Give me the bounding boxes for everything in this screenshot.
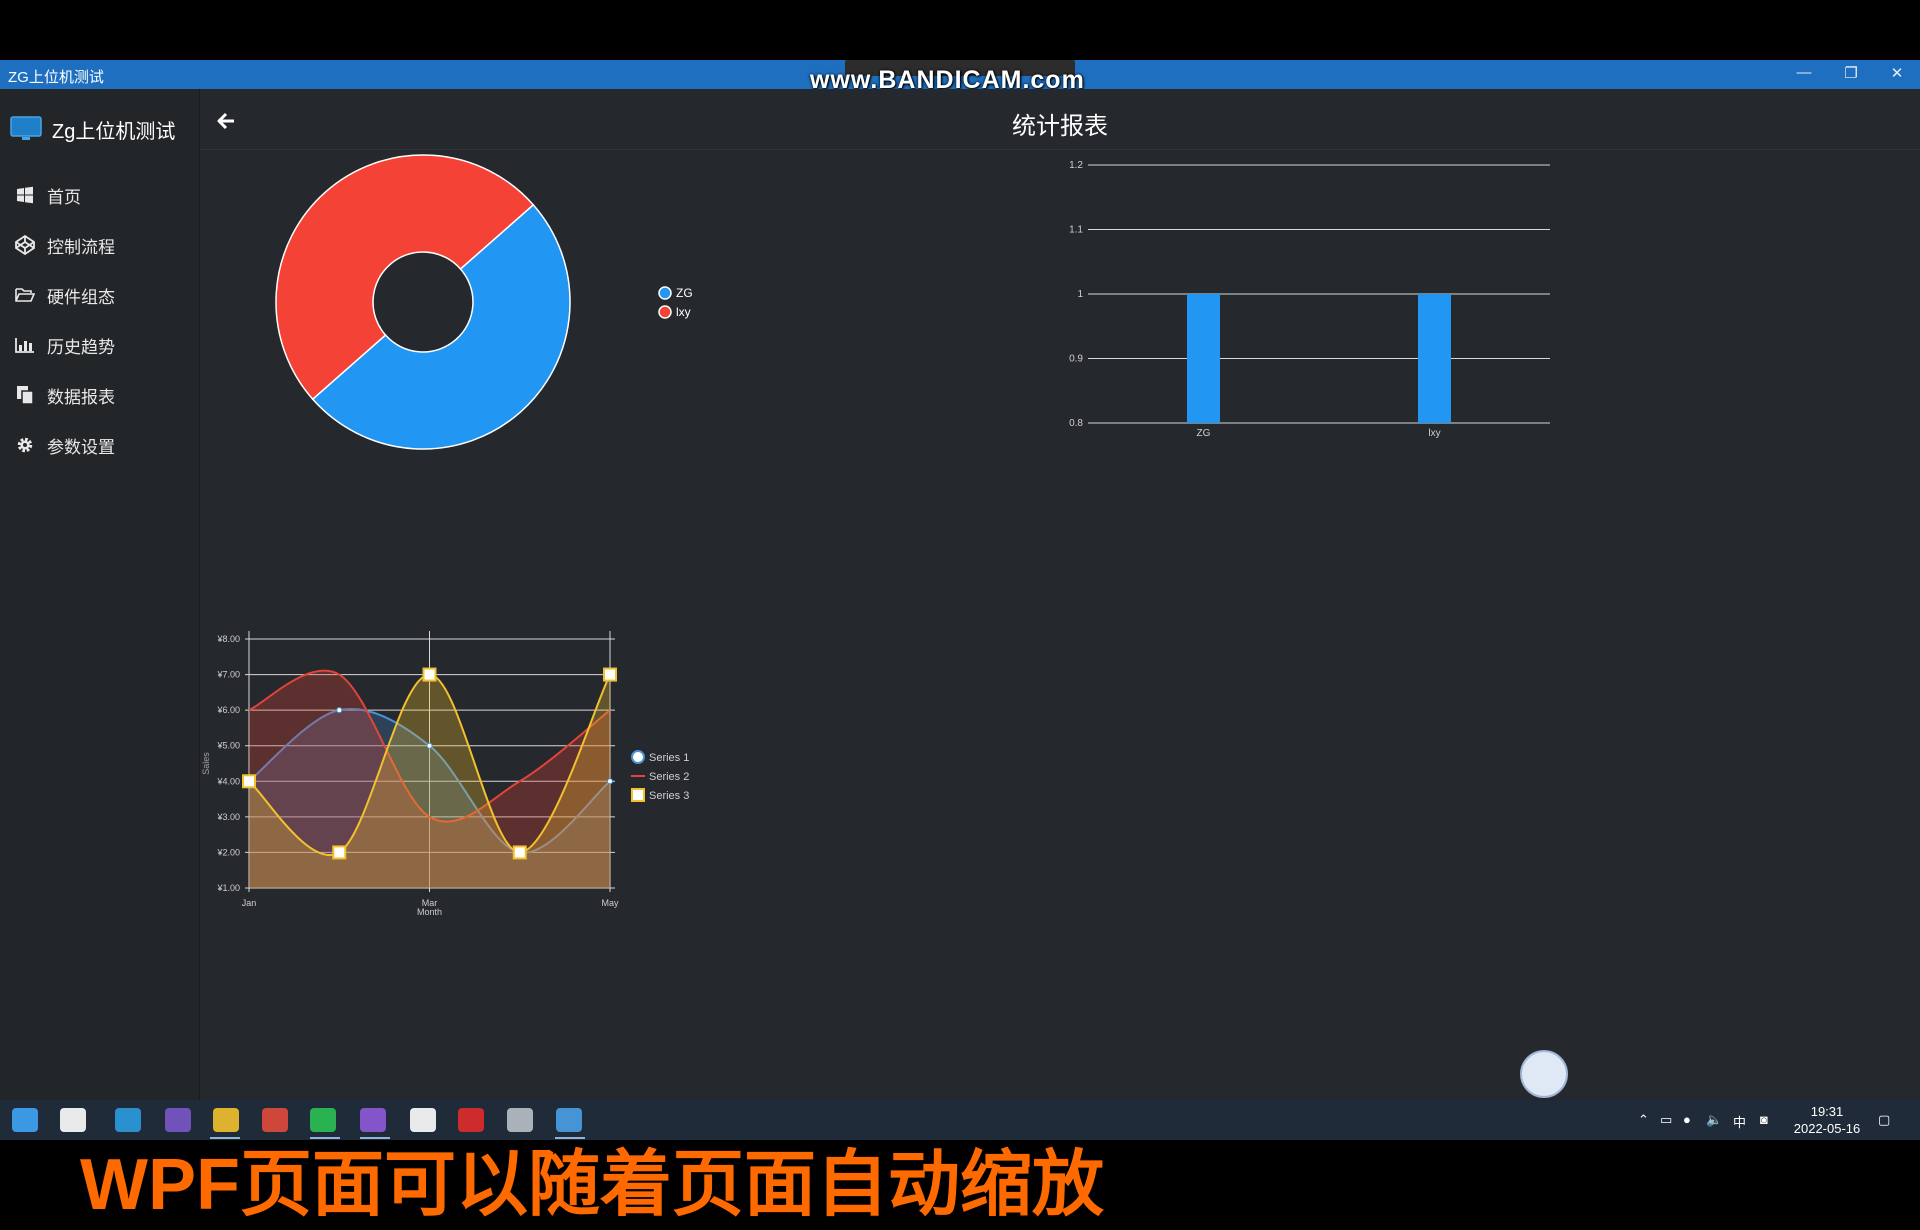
y-tick-label: 1.2 <box>1069 160 1083 171</box>
data-point <box>607 778 613 785</box>
y-tick-label: ¥5.00 <box>216 741 240 751</box>
donut-chart: ZG lxy <box>275 154 693 450</box>
bar-chart-icon <box>13 337 37 353</box>
data-point <box>336 707 343 714</box>
mascot-avatar[interactable] <box>1520 1050 1568 1098</box>
legend-marker <box>631 750 645 764</box>
taskbar: ⌃ ▭ ● 🔈 中 ◙ 19:31 2022-05-16 ▢ <box>0 1100 1920 1140</box>
folder-open-icon <box>13 287 37 303</box>
legend-label-zg: ZG <box>676 286 693 300</box>
legend-label: Series 1 <box>649 752 689 764</box>
qq-icon[interactable]: ◙ <box>1760 1112 1768 1127</box>
sidebar-item-control-flow[interactable]: 控制流程 <box>0 223 200 267</box>
widgets-icon[interactable] <box>60 1108 86 1132</box>
legend-label: Series 2 <box>649 771 689 783</box>
sidebar-item-settings[interactable]: 参数设置 <box>0 423 200 467</box>
network-icon[interactable]: ▭ <box>1660 1112 1672 1128</box>
sidebar-item-label: 参数设置 <box>47 437 115 457</box>
brand: Zg上位机测试 <box>10 113 175 145</box>
minimize-icon[interactable]: — <box>1784 64 1824 84</box>
clock-time: 19:31 <box>1810 1104 1844 1119</box>
data-point <box>242 774 256 789</box>
running-indicator <box>360 1137 390 1139</box>
y-tick-label: ¥4.00 <box>216 776 240 786</box>
sidebar-item-label: 历史趋势 <box>47 337 115 357</box>
app-window-icon[interactable] <box>556 1108 582 1132</box>
y-tick-label: 1.1 <box>1069 225 1083 236</box>
y-tick-label: ¥6.00 <box>216 705 240 715</box>
data-point <box>332 845 347 860</box>
x-tick-label: May <box>601 898 619 908</box>
notification-icon[interactable]: ▢ <box>1878 1112 1890 1128</box>
video-caption: WPF页面可以随着页面自动缩放 <box>80 1145 1104 1225</box>
legend-marker-lxy <box>658 305 672 319</box>
legend-label: Series 3 <box>649 790 689 802</box>
window-title: ZG上位机测试 <box>8 69 104 86</box>
data-point <box>603 667 617 682</box>
legend-marker <box>631 788 645 802</box>
line-chart: ¥1.00 ¥2.00 ¥3.00 ¥4.00 ¥5.00 ¥6.00 ¥7.00 ¥8.00… <box>201 631 689 917</box>
file-explorer-icon[interactable] <box>213 1108 239 1132</box>
sidebar-item-home[interactable]: 首页 <box>0 173 200 217</box>
close-icon[interactable]: ✕ <box>1877 64 1917 84</box>
codepen-icon <box>13 235 37 255</box>
y-tick-label: 0.8 <box>1069 418 1083 429</box>
clock-date: 2022-05-16 <box>1793 1121 1861 1136</box>
running-indicator <box>210 1137 240 1139</box>
visual-studio-icon[interactable] <box>360 1108 386 1132</box>
windows-start-icon[interactable] <box>12 1108 38 1132</box>
apps-icon[interactable] <box>410 1108 436 1132</box>
y-tick-label: ¥1.00 <box>216 883 240 893</box>
brand-title: Zg上位机测试 <box>52 120 176 143</box>
chrome-icon[interactable] <box>262 1108 288 1132</box>
sidebar: Zg上位机测试 首页 控制流程 硬件组态 历史趋势 数据报表 参数设置 <box>0 89 200 1100</box>
y-tick-label: ¥8.00 <box>216 634 240 644</box>
x-tick-label: ZG <box>1197 428 1211 439</box>
running-indicator <box>555 1137 585 1139</box>
x-tick-label: Jan <box>242 898 257 908</box>
sidebar-item-history[interactable]: 历史趋势 <box>0 323 200 367</box>
data-point <box>512 845 527 860</box>
y-tick-label: 1 <box>1077 289 1083 300</box>
legend-label-lxy: lxy <box>676 305 691 319</box>
edge-icon[interactable] <box>115 1108 141 1132</box>
restore-icon[interactable]: ❐ <box>1831 64 1871 84</box>
wechat-icon[interactable] <box>310 1108 336 1132</box>
record-icon[interactable] <box>458 1108 484 1132</box>
bar-zg <box>1187 294 1220 423</box>
monitor-icon <box>10 116 42 140</box>
x-tick-label: lxy <box>1428 428 1440 439</box>
game-icon[interactable] <box>165 1108 191 1132</box>
y-axis-title: Sales <box>201 752 211 775</box>
chevron-up-icon[interactable]: ⌃ <box>1638 1112 1649 1128</box>
database-icon[interactable] <box>507 1108 533 1132</box>
sidebar-item-label: 数据报表 <box>47 387 115 407</box>
ime-indicator[interactable]: 中 <box>1733 1112 1746 1131</box>
y-tick-label: ¥2.00 <box>216 847 240 857</box>
sidebar-item-report[interactable]: 数据报表 <box>0 373 200 417</box>
screen: ZG上位机测试 — ❐ ✕ www.BANDICAM.com Zg上位机测试 首… <box>0 0 1920 1225</box>
data-point <box>422 667 437 682</box>
back-arrow-icon[interactable] <box>216 111 236 131</box>
volume-icon[interactable]: 🔈 <box>1706 1112 1722 1128</box>
bar-chart: 0.8 0.9 1 1.1 1.2 ZG lxy <box>1069 160 1550 439</box>
sidebar-item-label: 硬件组态 <box>47 287 115 307</box>
windows-icon <box>13 186 37 204</box>
sidebar-item-label: 首页 <box>47 187 81 207</box>
legend-marker-zg <box>658 286 672 300</box>
y-tick-label: ¥3.00 <box>216 812 240 822</box>
gear-icon <box>13 436 37 454</box>
sidebar-item-hardware[interactable]: 硬件组态 <box>0 273 200 317</box>
clock[interactable]: 19:31 2022-05-16 <box>1790 1103 1864 1137</box>
x-axis-title: Month <box>417 907 442 917</box>
y-tick-label: 0.9 <box>1069 354 1083 365</box>
data-point <box>426 742 433 749</box>
page-title: 统计报表 <box>1012 113 1108 140</box>
y-tick-label: ¥7.00 <box>216 670 240 680</box>
sidebar-item-label: 控制流程 <box>47 237 115 257</box>
bar-lxy <box>1418 294 1451 423</box>
security-icon[interactable]: ● <box>1683 1112 1691 1127</box>
running-indicator <box>310 1137 340 1139</box>
copy-icon <box>13 385 37 405</box>
